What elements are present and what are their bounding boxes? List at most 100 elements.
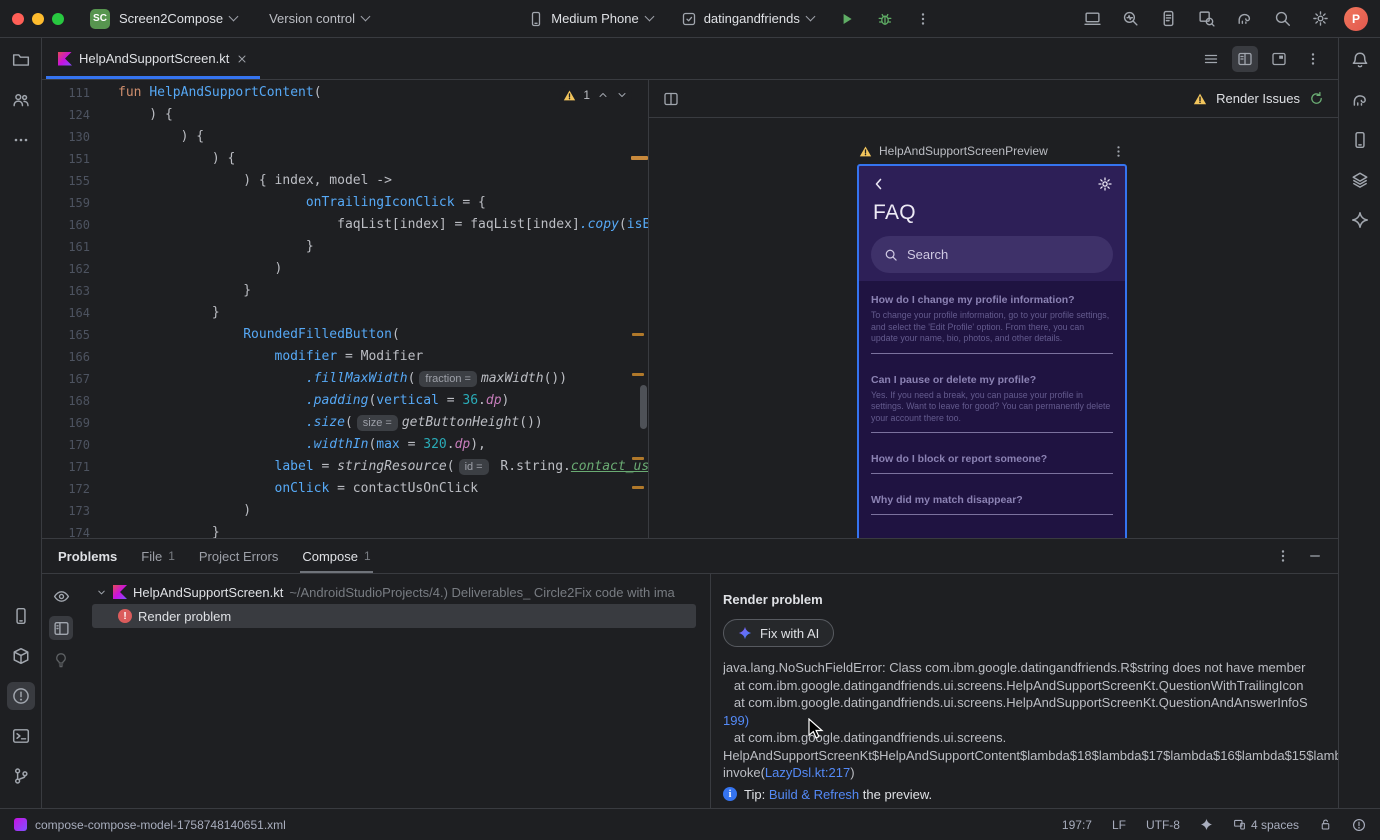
- design-view-button[interactable]: [1266, 46, 1292, 72]
- more-run-actions-button[interactable]: [909, 5, 937, 33]
- left-tool-stripe: [0, 38, 42, 808]
- stack-link[interactable]: LazyDsl.kt:217: [765, 765, 850, 780]
- faq-divider: [871, 432, 1113, 433]
- panel-tab-file[interactable]: File 1: [141, 539, 175, 573]
- code-view-button[interactable]: [1198, 46, 1224, 72]
- terminal-tool-button[interactable]: [7, 722, 35, 750]
- editor-scrollbar[interactable]: [640, 385, 647, 429]
- details-view-button[interactable]: [49, 616, 73, 640]
- split-view-button[interactable]: [1232, 45, 1258, 72]
- version-control-menu[interactable]: Version control: [260, 5, 378, 33]
- encoding-widget[interactable]: UTF-8: [1146, 818, 1180, 832]
- preview-toggle-button[interactable]: [49, 584, 73, 608]
- git-tool-button[interactable]: [7, 762, 35, 790]
- code-line: 159 onTrailingIconClick = {: [42, 192, 648, 214]
- right-tool-stripe: [1338, 38, 1380, 808]
- gradle-sync-button[interactable]: [1230, 5, 1258, 33]
- info-circle-icon: i: [723, 787, 737, 801]
- project-tool-button[interactable]: [7, 46, 35, 74]
- preview-phone-frame[interactable]: FAQ Search How do I change my profile in…: [857, 164, 1127, 538]
- indent-widget[interactable]: 4 spaces: [1233, 818, 1299, 832]
- lock-open-icon[interactable]: [1319, 818, 1332, 831]
- user-avatar[interactable]: P: [1344, 6, 1368, 31]
- eye-icon: [53, 590, 69, 602]
- editor-tab[interactable]: HelpAndSupportScreen.kt: [46, 38, 261, 79]
- quickfix-button[interactable]: [49, 648, 73, 672]
- app-inspection-button[interactable]: [1192, 5, 1220, 33]
- minimize-window-button[interactable]: [32, 12, 44, 25]
- warning-stripe-mark: [632, 486, 644, 489]
- running-devices-button[interactable]: [1078, 5, 1106, 33]
- ai-sparkle-icon: [738, 626, 752, 640]
- code-line: 174}: [42, 522, 648, 538]
- code-line: 111 fun HelpAndSupportContent(: [42, 82, 648, 104]
- profiler-button[interactable]: [1116, 5, 1144, 33]
- prev-warning-icon[interactable]: [597, 89, 609, 101]
- project-selector[interactable]: Screen2Compose: [110, 5, 246, 33]
- layout-inspector-button[interactable]: [1346, 166, 1374, 194]
- pull-requests-tool-button[interactable]: [7, 86, 35, 114]
- close-icon[interactable]: [236, 53, 248, 65]
- fix-with-ai-button[interactable]: Fix with AI: [723, 619, 835, 647]
- line-number: 172: [68, 482, 90, 496]
- line-number: 130: [68, 130, 90, 144]
- code-editor[interactable]: 111 fun HelpAndSupportContent(124) {130) …: [42, 80, 648, 538]
- alert-circle-icon[interactable]: [1352, 818, 1366, 832]
- search-everywhere-button[interactable]: [1268, 5, 1296, 33]
- tree-problem-row[interactable]: ! Render problem: [92, 604, 696, 628]
- build-tool-button[interactable]: [7, 642, 35, 670]
- project-logo: SC: [90, 8, 110, 29]
- problems-tool-button[interactable]: [6, 682, 35, 710]
- panel-tab-project-errors[interactable]: Project Errors: [199, 539, 278, 573]
- caret-position-widget[interactable]: 197:7: [1062, 818, 1092, 832]
- code-line: 165 RoundedFilledButton(: [42, 324, 648, 346]
- run-config-selector[interactable]: datingandfriends: [672, 5, 823, 33]
- ai-status-sparkle-icon[interactable]: [1200, 818, 1213, 831]
- gradle-tool-button[interactable]: [1346, 86, 1374, 114]
- tip-text: Tip: Build & Refresh the preview.: [744, 786, 933, 802]
- refresh-icon[interactable]: [1309, 91, 1324, 106]
- line-separator-widget[interactable]: LF: [1112, 818, 1126, 832]
- run-button[interactable]: [833, 5, 861, 33]
- device-selector[interactable]: Medium Phone: [519, 5, 661, 33]
- logcat-button[interactable]: [1154, 5, 1182, 33]
- faq-divider: [871, 473, 1113, 474]
- editor-options-button[interactable]: [1300, 46, 1326, 72]
- inspections-widget[interactable]: 1: [559, 87, 632, 103]
- gemini-button[interactable]: [1346, 206, 1374, 234]
- settings-button[interactable]: [1306, 5, 1334, 33]
- code-line: 167 .fillMaxWidth(fraction = maxWidth()): [42, 368, 648, 390]
- close-window-button[interactable]: [12, 12, 24, 25]
- zoom-window-button[interactable]: [52, 12, 64, 25]
- stack-link[interactable]: 199): [723, 713, 749, 728]
- compose-file-icon: [14, 818, 27, 831]
- kebab-menu-icon[interactable]: [1112, 145, 1125, 158]
- notifications-button[interactable]: [1346, 46, 1374, 74]
- code-line: 161}: [42, 236, 648, 258]
- center-column: HelpAndSupportScreen.kt 111 fun HelpAndS…: [42, 38, 1338, 808]
- stack-line: invoke(LazyDsl.kt:217): [723, 765, 855, 780]
- stack-line: 199): [723, 712, 1338, 730]
- render-issues-label[interactable]: Render Issues: [1216, 91, 1300, 106]
- debug-button[interactable]: [871, 5, 899, 33]
- minimize-icon[interactable]: [1308, 549, 1322, 563]
- phone-search-placeholder: Search: [907, 247, 949, 262]
- build-box-icon: [13, 647, 28, 665]
- tree-file-row[interactable]: HelpAndSupportScreen.kt ~/AndroidStudioP…: [80, 580, 710, 604]
- preview-toolbar: Render Issues: [649, 80, 1338, 118]
- build-refresh-link[interactable]: Build & Refresh: [769, 787, 859, 802]
- design-view-icon: [1272, 52, 1286, 65]
- folder-icon: [12, 54, 29, 66]
- more-tool-windows-button[interactable]: [7, 126, 35, 154]
- chevron-down-icon[interactable]: [96, 587, 107, 598]
- line-number: 164: [68, 306, 90, 320]
- kebab-menu-icon[interactable]: [1276, 549, 1290, 563]
- split-grid-icon[interactable]: [663, 91, 679, 107]
- panel-tab-compose[interactable]: Compose 1: [300, 539, 374, 573]
- code-line: 160 faqList[index] = faqList[index].copy(…: [42, 214, 648, 236]
- more-horizontal-icon: [14, 138, 27, 142]
- device-manager-button[interactable]: [1346, 126, 1374, 154]
- device-explorer-tool-button[interactable]: [7, 602, 35, 630]
- next-warning-icon[interactable]: [616, 89, 628, 101]
- gear-icon: [1312, 11, 1328, 26]
